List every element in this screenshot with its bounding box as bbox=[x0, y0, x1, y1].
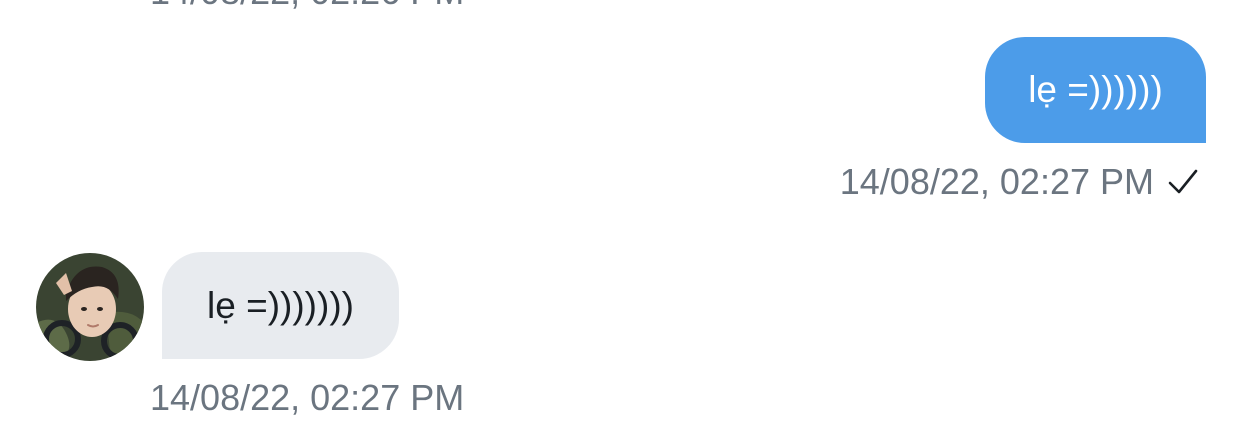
sent-message-timestamp: 14/08/22, 02:27 PM bbox=[839, 161, 1154, 202]
avatar[interactable] bbox=[36, 253, 144, 361]
sent-message-text: lẹ =)))))) bbox=[1028, 69, 1163, 110]
user-avatar-photo bbox=[36, 253, 144, 361]
received-message-text: lẹ =))))))) bbox=[207, 284, 354, 326]
received-message-bubble[interactable]: lẹ =))))))) bbox=[162, 252, 399, 359]
sent-message-meta: 14/08/22, 02:27 PM bbox=[840, 160, 1200, 204]
checkmark-icon bbox=[1168, 169, 1198, 194]
received-message-timestamp: 14/08/22, 02:27 PM bbox=[150, 377, 465, 418]
previous-message-timestamp: 14/08/22, 02:26 PM bbox=[150, 0, 464, 12]
sent-message-bubble[interactable]: lẹ =)))))) bbox=[985, 37, 1206, 143]
